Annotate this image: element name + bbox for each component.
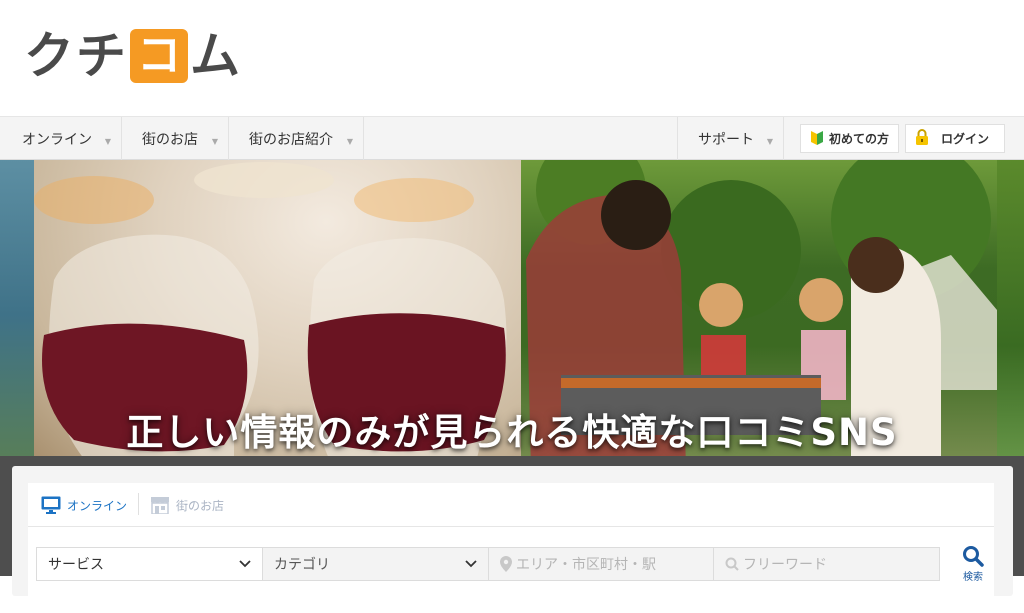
caret-down-icon: ▼ (104, 137, 111, 146)
nav-item-online[interactable]: オンライン ▼ (0, 117, 122, 160)
location-pin-icon (500, 556, 512, 572)
hero-banner: 正しい情報のみが見られる快適な口コミSNS (0, 160, 1024, 470)
keyword-placeholder: フリーワード (743, 557, 827, 573)
magnifier-icon (725, 557, 739, 571)
beginner-label: 初めての方 (829, 132, 890, 146)
beginner-leaf-icon (811, 129, 823, 148)
chevron-down-icon (464, 556, 478, 574)
nav-item-label: 街のお店 (142, 131, 198, 148)
search-icon (962, 545, 984, 567)
nav-item-local-shops[interactable]: 街のお店 ▼ (122, 117, 229, 160)
divider (28, 526, 994, 527)
logo-accent-box: コ (130, 29, 188, 83)
storefront-icon (150, 496, 170, 514)
nav-item-shop-intro[interactable]: 街のお店紹介 ▼ (229, 117, 364, 160)
hero-title: 正しい情報のみが見られる快適な口コミSNS (126, 411, 898, 454)
monitor-icon (41, 496, 61, 514)
login-label: ログイン (941, 132, 990, 146)
site-header: ク チ コ ム (0, 0, 1024, 116)
search-panel: オンライン 街のお店 サービス カテゴリ エリア・市区町村・駅 フリーワード 検… (12, 466, 1013, 613)
service-select-value: サービス (48, 557, 104, 573)
area-placeholder: エリア・市区町村・駅 (516, 557, 656, 573)
lock-icon (915, 129, 929, 148)
search-button[interactable]: 検索 (953, 545, 993, 591)
category-select-value: カテゴリ (274, 557, 330, 573)
tab-divider (138, 493, 139, 515)
main-nav: オンライン ▼ 街のお店 ▼ 街のお店紹介 ▼ サポート ▼ 初めての方 ログイ… (0, 116, 1024, 160)
logo-char-1: ク (24, 27, 76, 85)
beginner-button[interactable]: 初めての方 (800, 124, 899, 153)
chevron-down-icon (238, 556, 252, 574)
nav-item-label: オンライン (22, 131, 92, 148)
search-section: オンライン 街のお店 サービス カテゴリ エリア・市区町村・駅 フリーワード 検… (0, 456, 1024, 613)
logo-char-4: ム (190, 27, 242, 85)
site-logo[interactable]: ク チ コ ム (24, 26, 242, 86)
search-form: オンライン 街のお店 サービス カテゴリ エリア・市区町村・駅 フリーワード 検… (28, 483, 994, 613)
search-tab-online[interactable]: オンライン (41, 495, 127, 515)
nav-item-label: 街のお店紹介 (249, 131, 333, 148)
search-tab-local-shops[interactable]: 街のお店 (150, 495, 224, 515)
caret-down-icon: ▼ (766, 137, 773, 146)
nav-item-label: サポート (698, 131, 754, 148)
caret-down-icon: ▼ (346, 137, 353, 146)
logo-char-2: チ (76, 27, 128, 85)
caret-down-icon: ▼ (211, 137, 218, 146)
login-button[interactable]: ログイン (905, 124, 1005, 153)
nav-item-support[interactable]: サポート ▼ (677, 117, 784, 160)
logo-char-3: コ (137, 30, 181, 81)
search-tab-label: 街のお店 (176, 498, 225, 513)
search-tab-label: オンライン (67, 498, 128, 513)
